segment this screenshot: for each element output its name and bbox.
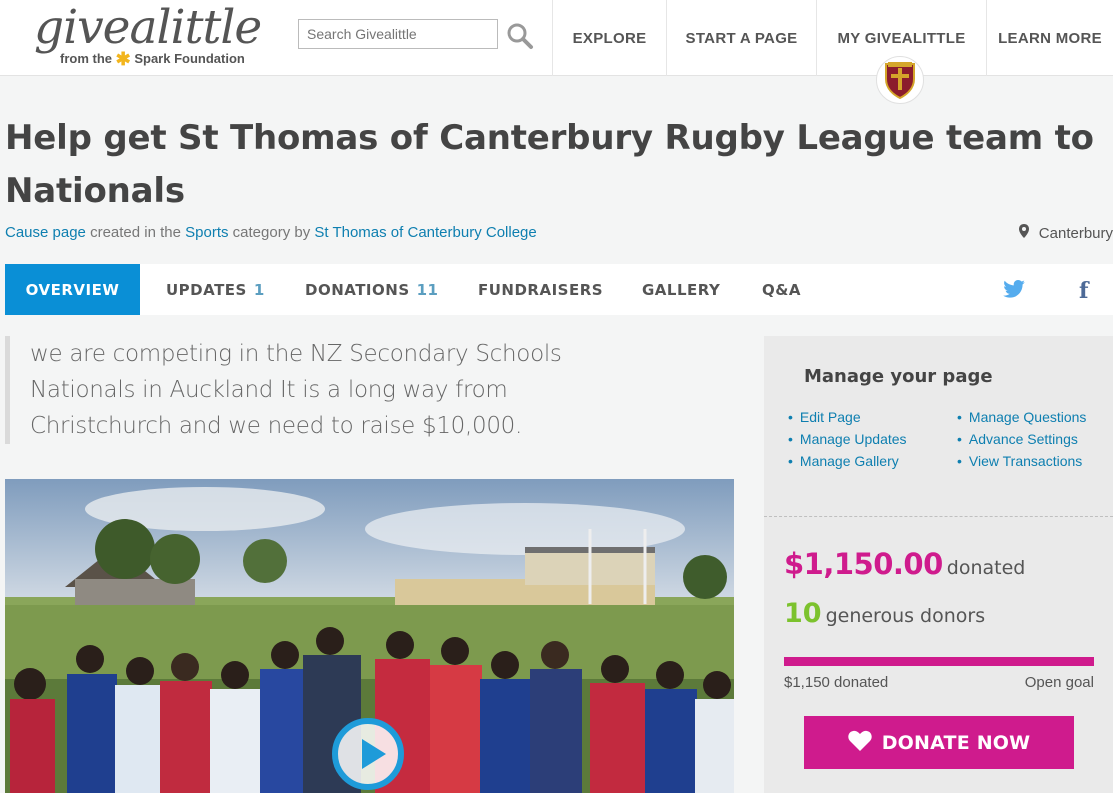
givealittle-logo[interactable]: givealittle from the ✱ Spark Foundation [34, 2, 262, 70]
user-avatar[interactable] [876, 56, 924, 104]
tab-overview[interactable]: OVERVIEW [5, 264, 140, 315]
category-link[interactable]: Sports [185, 224, 228, 241]
tab-gallery[interactable]: GALLERY [642, 264, 720, 315]
manage-title: Manage your page [804, 366, 993, 387]
page-tabs: OVERVIEW UPDATES 1 DONATIONS 11 FUNDRAISER… [5, 264, 1113, 315]
progress-donated-label: $1,150 donated [784, 674, 889, 691]
progress-goal-label: Open goal [1024, 674, 1094, 691]
progress-fill [784, 657, 1094, 666]
manage-links-left: Edit Page Manage Updates Manage Gallery [788, 406, 907, 472]
updates-count: 1 [253, 280, 265, 299]
page-location: Canterbury [1018, 224, 1113, 242]
manage-link[interactable]: View Transactions [957, 450, 1086, 472]
location-pin-icon [1018, 224, 1033, 241]
page-summary: we are competing in the NZ Secondary Sch… [5, 336, 565, 444]
heart-icon [848, 730, 872, 756]
logo-wordmark: givealittle [34, 0, 262, 55]
manage-link[interactable]: Manage Updates [788, 428, 907, 450]
manage-links-right: Manage Questions Advance Settings View T… [957, 406, 1087, 472]
donations-count: 11 [416, 280, 439, 299]
manage-link[interactable]: Edit Page [788, 406, 907, 428]
facebook-icon[interactable]: f [1079, 278, 1088, 304]
search-input[interactable] [298, 19, 498, 49]
tab-fundraisers[interactable]: FUNDRAISERS [478, 264, 603, 315]
search-icon[interactable] [506, 22, 536, 52]
manage-link[interactable]: Manage Gallery [788, 450, 907, 472]
nav-explore[interactable]: EXPLORE [552, 0, 666, 76]
tab-qa[interactable]: Q&A [762, 264, 801, 315]
school-crest-icon [885, 62, 915, 99]
page-title: Help get St Thomas of Canterbury Rugby L… [5, 118, 1094, 211]
owner-link[interactable]: St Thomas of Canterbury College [314, 224, 536, 241]
play-icon[interactable] [332, 718, 404, 790]
site-header: givealittle from the ✱ Spark Foundation … [0, 0, 1113, 76]
divider [764, 516, 1113, 517]
tab-donations[interactable]: DONATIONS 11 [305, 264, 439, 315]
donor-count: 10 generous donors [784, 598, 986, 629]
twitter-icon[interactable] [1003, 280, 1025, 300]
manage-link[interactable]: Advance Settings [957, 428, 1086, 450]
cause-page-link[interactable]: Cause page [5, 224, 86, 241]
manage-link[interactable]: Manage Questions [957, 406, 1087, 428]
donated-amount: $1,150.00 donated [784, 547, 1026, 581]
donate-now-button[interactable]: DONATE NOW [804, 716, 1074, 769]
logo-tagline: from the ✱ Spark Foundation [60, 49, 245, 69]
video-player[interactable] [5, 479, 734, 793]
nav-start-a-page[interactable]: START A PAGE [666, 0, 816, 76]
progress-bar [784, 657, 1094, 666]
sidebar-panel: Manage your page Edit Page Manage Update… [764, 336, 1113, 793]
page-meta: Cause page created in the Sports categor… [5, 224, 537, 241]
tab-updates[interactable]: UPDATES 1 [166, 264, 265, 315]
nav-learn-more[interactable]: LEARN MORE [986, 0, 1113, 76]
spark-star-icon: ✱ [115, 49, 131, 69]
